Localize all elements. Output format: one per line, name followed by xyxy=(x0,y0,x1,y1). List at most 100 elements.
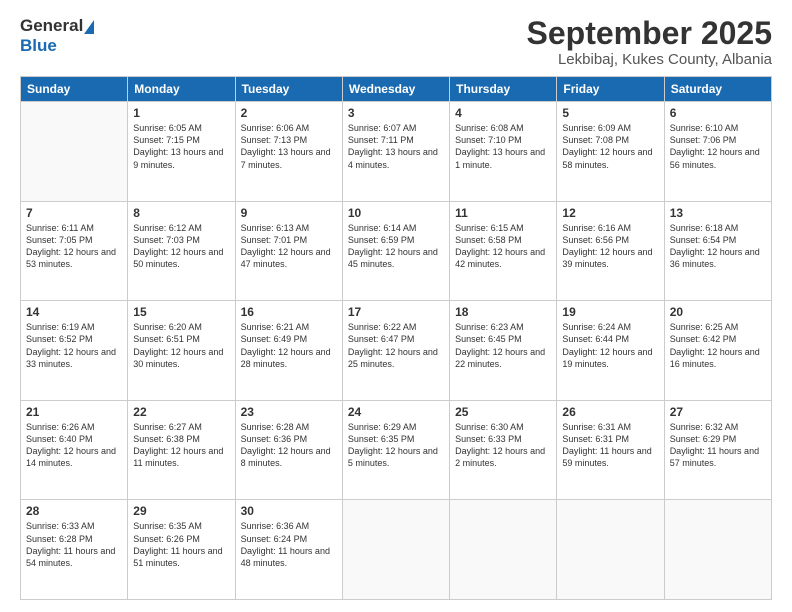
day-info: Sunrise: 6:35 AMSunset: 6:26 PMDaylight:… xyxy=(133,520,229,569)
day-number: 8 xyxy=(133,206,229,220)
day-info: Sunrise: 6:05 AMSunset: 7:15 PMDaylight:… xyxy=(133,122,229,171)
day-info: Sunrise: 6:15 AMSunset: 6:58 PMDaylight:… xyxy=(455,222,551,271)
daylight-text: Daylight: 12 hours and 36 minutes. xyxy=(670,246,766,270)
table-row: 29 Sunrise: 6:35 AMSunset: 6:26 PMDayligh… xyxy=(128,500,235,600)
day-number: 16 xyxy=(241,305,337,319)
table-row: 3 Sunrise: 6:07 AMSunset: 7:11 PMDaylight… xyxy=(342,102,449,202)
day-number: 17 xyxy=(348,305,444,319)
day-number: 23 xyxy=(241,405,337,419)
col-monday: Monday xyxy=(128,77,235,102)
sunset-text: Sunset: 6:33 PM xyxy=(455,433,551,445)
sunset-text: Sunset: 6:31 PM xyxy=(562,433,658,445)
sunrise-text: Sunrise: 6:32 AM xyxy=(670,421,766,433)
table-row: 4Sunrise: 6:08 AMSunset: 7:10 PMDaylight… xyxy=(450,102,557,202)
page: General Blue September 2025 Lekbibaj, Ku… xyxy=(0,0,792,612)
table-row: 11Sunrise: 6:15 AMSunset: 6:58 PMDayligh… xyxy=(450,201,557,301)
sunset-text: Sunset: 6:45 PM xyxy=(455,333,551,345)
daylight-text: Daylight: 13 hours and 4 minutes. xyxy=(348,146,444,170)
sunset-text: Sunset: 6:52 PM xyxy=(26,333,122,345)
day-info: Sunrise: 6:21 AMSunset: 6:49 PMDaylight:… xyxy=(241,321,337,370)
table-row xyxy=(21,102,128,202)
table-row xyxy=(664,500,771,600)
day-info: Sunrise: 6:07 AMSunset: 7:11 PMDaylight:… xyxy=(348,122,444,171)
logo-triangle-icon xyxy=(84,20,94,34)
sunset-text: Sunset: 6:29 PM xyxy=(670,433,766,445)
table-row: 17Sunrise: 6:22 AMSunset: 6:47 PMDayligh… xyxy=(342,301,449,401)
day-info: Sunrise: 6:32 AMSunset: 6:29 PMDaylight:… xyxy=(670,421,766,470)
day-number: 6 xyxy=(670,106,766,120)
day-number: 10 xyxy=(348,206,444,220)
sunrise-text: Sunrise: 6:07 AM xyxy=(348,122,444,134)
sunset-text: Sunset: 7:08 PM xyxy=(562,134,658,146)
daylight-text: Daylight: 12 hours and 39 minutes. xyxy=(562,246,658,270)
sunrise-text: Sunrise: 6:09 AM xyxy=(562,122,658,134)
header: General Blue September 2025 Lekbibaj, Ku… xyxy=(20,16,772,68)
day-number: 5 xyxy=(562,106,658,120)
daylight-text: Daylight: 12 hours and 16 minutes. xyxy=(670,346,766,370)
sunrise-text: Sunrise: 6:21 AM xyxy=(241,321,337,333)
sunset-text: Sunset: 6:47 PM xyxy=(348,333,444,345)
table-row: 14Sunrise: 6:19 AMSunset: 6:52 PMDayligh… xyxy=(21,301,128,401)
table-row: 26Sunrise: 6:31 AMSunset: 6:31 PMDayligh… xyxy=(557,400,664,500)
daylight-text: Daylight: 12 hours and 42 minutes. xyxy=(455,246,551,270)
daylight-text: Daylight: 11 hours and 48 minutes. xyxy=(241,545,337,569)
sunset-text: Sunset: 6:56 PM xyxy=(562,234,658,246)
sunset-text: Sunset: 7:11 PM xyxy=(348,134,444,146)
daylight-text: Daylight: 12 hours and 14 minutes. xyxy=(26,445,122,469)
daylight-text: Daylight: 12 hours and 47 minutes. xyxy=(241,246,337,270)
sunset-text: Sunset: 7:03 PM xyxy=(133,234,229,246)
table-row xyxy=(450,500,557,600)
sunset-text: Sunset: 6:44 PM xyxy=(562,333,658,345)
day-number: 26 xyxy=(562,405,658,419)
day-number: 22 xyxy=(133,405,229,419)
daylight-text: Daylight: 12 hours and 19 minutes. xyxy=(562,346,658,370)
sunrise-text: Sunrise: 6:20 AM xyxy=(133,321,229,333)
table-row: 13Sunrise: 6:18 AMSunset: 6:54 PMDayligh… xyxy=(664,201,771,301)
sunrise-text: Sunrise: 6:05 AM xyxy=(133,122,229,134)
table-row: 9Sunrise: 6:13 AMSunset: 7:01 PMDaylight… xyxy=(235,201,342,301)
daylight-text: Daylight: 13 hours and 7 minutes. xyxy=(241,146,337,170)
col-saturday: Saturday xyxy=(664,77,771,102)
table-row: 30Sunrise: 6:36 AMSunset: 6:24 PMDayligh… xyxy=(235,500,342,600)
sunrise-text: Sunrise: 6:31 AM xyxy=(562,421,658,433)
sunset-text: Sunset: 6:51 PM xyxy=(133,333,229,345)
sunset-text: Sunset: 6:42 PM xyxy=(670,333,766,345)
title-block: September 2025 Lekbibaj, Kukes County, A… xyxy=(527,16,772,68)
daylight-text: Daylight: 13 hours and 9 minutes. xyxy=(133,146,229,170)
day-number: 27 xyxy=(670,405,766,419)
sunrise-text: Sunrise: 6:23 AM xyxy=(455,321,551,333)
col-wednesday: Wednesday xyxy=(342,77,449,102)
sunset-text: Sunset: 7:01 PM xyxy=(241,234,337,246)
day-info: Sunrise: 6:06 AMSunset: 7:13 PMDaylight:… xyxy=(241,122,337,171)
table-row: 7Sunrise: 6:11 AMSunset: 7:05 PMDaylight… xyxy=(21,201,128,301)
day-info: Sunrise: 6:14 AMSunset: 6:59 PMDaylight:… xyxy=(348,222,444,271)
day-number: 29 xyxy=(133,504,229,518)
calendar-week-row: 1Sunrise: 6:05 AMSunset: 7:15 PMDaylight… xyxy=(21,102,772,202)
daylight-text: Daylight: 12 hours and 58 minutes. xyxy=(562,146,658,170)
logo: General Blue xyxy=(20,16,94,56)
table-row: 6Sunrise: 6:10 AMSunset: 7:06 PMDaylight… xyxy=(664,102,771,202)
sunset-text: Sunset: 6:49 PM xyxy=(241,333,337,345)
daylight-text: Daylight: 12 hours and 2 minutes. xyxy=(455,445,551,469)
day-number: 21 xyxy=(26,405,122,419)
day-number: 3 xyxy=(348,106,444,120)
day-number: 20 xyxy=(670,305,766,319)
day-number: 30 xyxy=(241,504,337,518)
sunset-text: Sunset: 7:15 PM xyxy=(133,134,229,146)
daylight-text: Daylight: 12 hours and 11 minutes. xyxy=(133,445,229,469)
sunrise-text: Sunrise: 6:06 AM xyxy=(241,122,337,134)
table-row: 1 Sunrise: 6:05 AMSunset: 7:15 PMDaylight… xyxy=(128,102,235,202)
day-info: Sunrise: 6:16 AMSunset: 6:56 PMDaylight:… xyxy=(562,222,658,271)
daylight-text: Daylight: 12 hours and 28 minutes. xyxy=(241,346,337,370)
daylight-text: Daylight: 11 hours and 57 minutes. xyxy=(670,445,766,469)
daylight-text: Daylight: 11 hours and 51 minutes. xyxy=(133,545,229,569)
calendar-week-row: 28Sunrise: 6:33 AMSunset: 6:28 PMDayligh… xyxy=(21,500,772,600)
sunrise-text: Sunrise: 6:36 AM xyxy=(241,520,337,532)
sunset-text: Sunset: 6:59 PM xyxy=(348,234,444,246)
sunrise-text: Sunrise: 6:08 AM xyxy=(455,122,551,134)
table-row: 24Sunrise: 6:29 AMSunset: 6:35 PMDayligh… xyxy=(342,400,449,500)
day-info: Sunrise: 6:18 AMSunset: 6:54 PMDaylight:… xyxy=(670,222,766,271)
table-row: 22Sunrise: 6:27 AMSunset: 6:38 PMDayligh… xyxy=(128,400,235,500)
sunset-text: Sunset: 7:05 PM xyxy=(26,234,122,246)
day-number: 1 xyxy=(133,106,229,120)
